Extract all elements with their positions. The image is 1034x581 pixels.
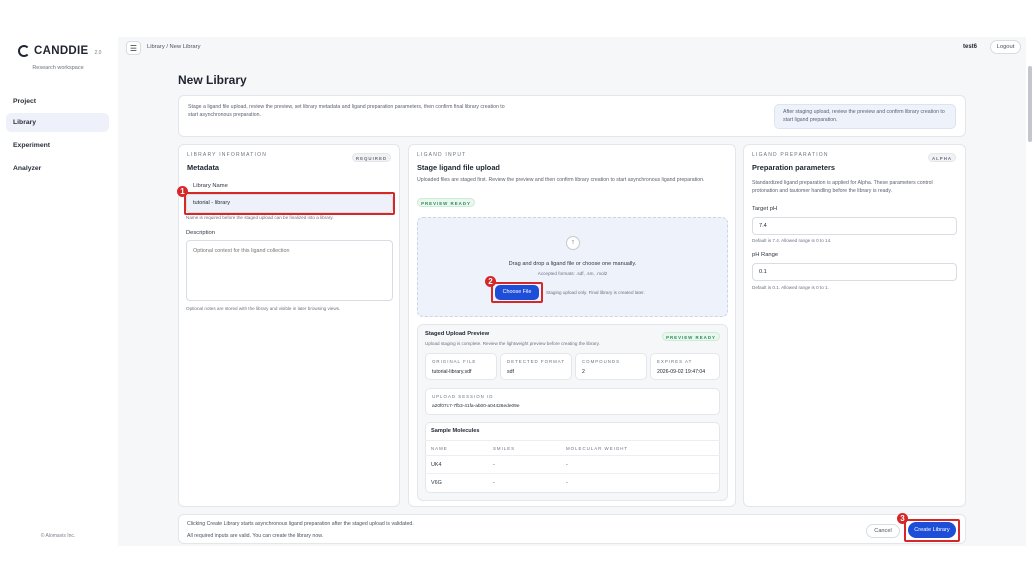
target-ph-input[interactable]: 7.4 <box>752 217 957 235</box>
ligand-kicker: LIGAND INPUT <box>417 152 467 158</box>
target-ph-hint: Default is 7.4. Allowed range is 0 to 14… <box>752 238 832 243</box>
session-id: a20f07c7-7fb3-41fa-ab00-a04426ede09e <box>432 404 520 409</box>
ph-range-label: pH Range <box>752 252 779 258</box>
prep-description: Standardized ligand preparation is appli… <box>752 180 933 194</box>
copyright: © Alomavis Inc. <box>40 533 76 539</box>
preview-subtitle: Upload staging is complete. Review the l… <box>425 341 600 346</box>
stat-original-file: ORIGINAL FILE tutorial-library.sdf <box>425 353 497 380</box>
stat-value: sdf <box>507 369 514 375</box>
required-badge: REQUIRED <box>352 153 391 162</box>
scrollbar-thumb[interactable] <box>1028 66 1032 142</box>
table-cell-name: UK4 <box>431 462 442 468</box>
footer-info: Clicking Create Library starts asynchron… <box>187 521 414 527</box>
workspace-label: Research workspace <box>32 65 84 71</box>
library-name-label: Library Name <box>193 183 228 189</box>
column-molecular-weight: MOLECULAR WEIGHT <box>566 446 629 451</box>
create-library-button[interactable]: Create Library <box>908 522 956 538</box>
sidebar-item-experiment[interactable]: Experiment <box>6 136 109 155</box>
brand-name: CANDDIE <box>34 45 89 57</box>
table-cell-smiles: - <box>493 462 495 468</box>
table-cell-weight: - <box>566 462 568 468</box>
stat-value: tutorial-library.sdf <box>432 369 472 375</box>
action-footer <box>178 514 966 544</box>
footer-status: All required inputs are valid. You can c… <box>187 533 324 539</box>
app-root: CANDDIE 2.0 Research workspace Project L… <box>0 0 1034 581</box>
preview-status-badge: PREVIEW READY <box>662 332 720 341</box>
annotation-marker-2: 2 <box>485 276 496 287</box>
stat-key: COMPOUNDS <box>582 359 621 364</box>
brand[interactable]: CANDDIE 2.0 <box>18 45 101 57</box>
page-title: New Library <box>178 73 247 87</box>
library-name-hint: Name is required before the staged uploa… <box>186 215 334 220</box>
description-textarea[interactable] <box>186 240 393 301</box>
choose-file-button[interactable]: Choose File <box>495 285 539 300</box>
candddie-logo-icon <box>18 45 30 57</box>
prep-title: Preparation parameters <box>752 163 835 172</box>
column-smiles: SMILES <box>493 446 516 451</box>
ph-range-input[interactable]: 0.1 <box>752 263 957 281</box>
file-dropzone[interactable] <box>417 217 728 317</box>
upload-session: UPLOAD SESSION ID a20f07c7-7fb3-41fa-ab0… <box>425 388 720 415</box>
ligand-description: Uploaded files are staged first. Review … <box>417 177 705 183</box>
annotation-marker-1: 1 <box>177 186 188 197</box>
stat-value: 2 <box>582 369 585 375</box>
table-cell-name: V6G <box>431 480 442 486</box>
choose-file-hint: Staging upload only. Final library is cr… <box>546 290 645 295</box>
preparation-card <box>743 144 966 507</box>
intro-text: Stage a ligand file upload, review the p… <box>188 104 505 118</box>
description-hint: Optional notes are stored with the libra… <box>186 306 341 311</box>
metadata-title: Metadata <box>187 163 220 172</box>
target-ph-label: Target pH <box>752 206 778 212</box>
upload-arrow-icon: ↑ <box>566 236 580 250</box>
stat-compounds: COMPOUNDS 2 <box>575 353 647 380</box>
table-divider <box>425 440 720 441</box>
prep-kicker: LIGAND PREPARATION <box>752 152 829 158</box>
cancel-button[interactable]: Cancel <box>866 524 900 538</box>
intro-note: After staging upload, review the preview… <box>774 104 956 129</box>
table-cell-smiles: - <box>493 480 495 486</box>
ph-range-hint: Default is 0.1. Allowed range is 0 to 1. <box>752 285 829 290</box>
preview-ready-badge: PREVIEW READY <box>417 198 475 207</box>
stat-key: DETECTED FORMAT <box>507 359 566 364</box>
preview-title: Staged Upload Preview <box>425 331 490 337</box>
dropzone-text: Drag and drop a ligand file or choose on… <box>508 261 637 267</box>
column-name: NAME <box>431 446 448 451</box>
stat-detected-format: DETECTED FORMAT sdf <box>500 353 572 380</box>
table-divider <box>425 455 720 456</box>
annotation-marker-3: 3 <box>897 513 908 524</box>
sidebar-item-library[interactable]: Library <box>6 113 109 132</box>
accepted-formats: Accepted formats: .sdf, .sm, .mol2 <box>537 271 608 276</box>
user-name: test6 <box>963 44 978 50</box>
hamburger-icon: ☰ <box>129 43 138 53</box>
table-cell-weight: - <box>566 480 568 486</box>
sidebar-item-project[interactable]: Project <box>6 92 109 111</box>
description-label: Description <box>186 230 215 236</box>
session-key: UPLOAD SESSION ID <box>432 394 494 399</box>
breadcrumb[interactable]: Library / New Library <box>147 44 200 50</box>
sidebar-item-analyzer[interactable]: Analyzer <box>6 159 109 178</box>
stat-key: ORIGINAL FILE <box>432 359 477 364</box>
sample-molecules-title: Sample Molecules <box>431 428 480 434</box>
logout-button[interactable]: Logout <box>990 40 1021 54</box>
ligand-title: Stage ligand file upload <box>417 163 500 172</box>
stat-expires-at: EXPIRES AT 2026-09-02 19:47:04 <box>650 353 720 380</box>
library-name-input[interactable]: tutorial - library <box>186 194 393 213</box>
alpha-badge: ALPHA <box>928 153 956 162</box>
table-divider <box>425 473 720 474</box>
stat-key: EXPIRES AT <box>657 359 693 364</box>
brand-version: 2.0 <box>94 50 102 56</box>
menu-toggle-button[interactable]: ☰ <box>126 41 141 55</box>
stat-value: 2026-09-02 19:47:04 <box>657 369 706 375</box>
top-band <box>0 0 1034 37</box>
metadata-kicker: LIBRARY INFORMATION <box>187 152 268 158</box>
